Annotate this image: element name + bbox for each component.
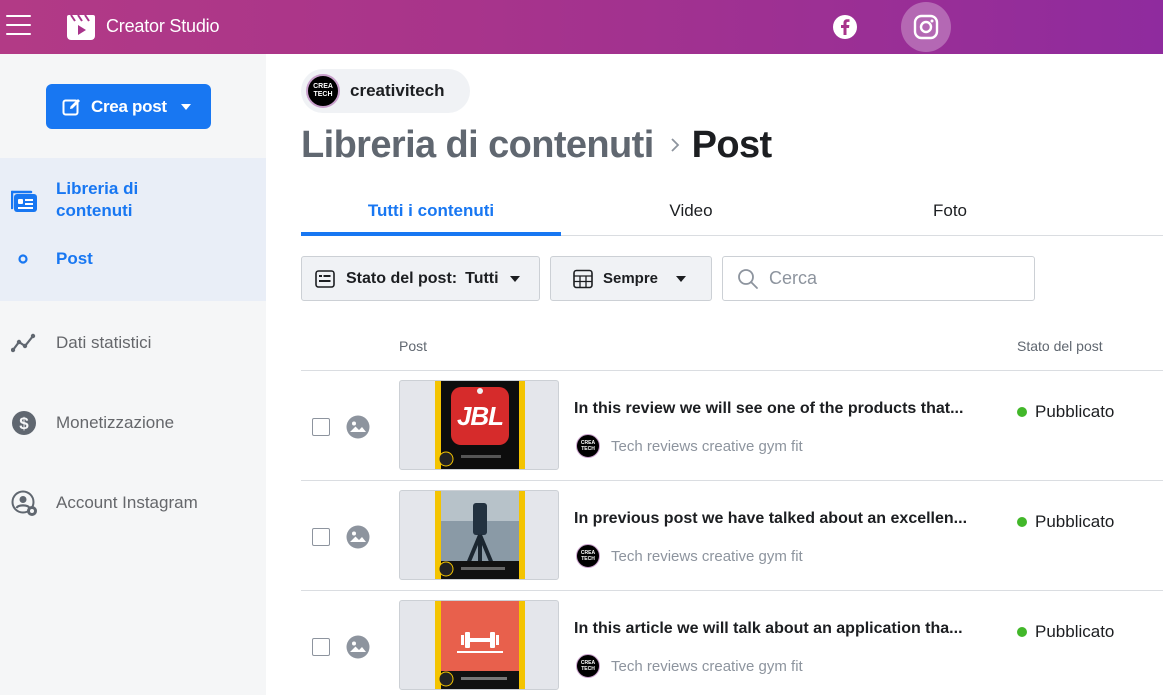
column-header-post: Post (399, 338, 428, 354)
creator-studio-logo-icon (67, 14, 95, 40)
date-range-filter[interactable]: Sempre (550, 256, 712, 301)
sidebar-item-monetization[interactable]: $ Monetizzazione (0, 410, 266, 436)
row-checkbox[interactable] (312, 418, 330, 436)
avatar: CREA TECH (576, 654, 600, 678)
avatar-text: CREA TECH (313, 83, 333, 98)
page-title: Post (691, 123, 773, 166)
facebook-platform-button[interactable] (825, 7, 865, 47)
photo-icon (346, 415, 370, 439)
sidebar-item-insights[interactable]: Dati statistici (0, 330, 266, 356)
app-title: Creator Studio (106, 16, 220, 36)
poster-text: JBL (456, 401, 504, 431)
sidebar-item-content-library[interactable]: Libreria di contenuti (0, 178, 266, 224)
status-text: Pubblicato (1035, 622, 1115, 641)
breadcrumb-parent[interactable]: Libreria di contenuti (301, 124, 654, 167)
status-filter-label: Stato del post: (346, 269, 458, 287)
table-row: In previous post we have talked about an… (301, 480, 1163, 590)
dollar-icon: $ (12, 411, 36, 435)
avatar-text: CREA TECH (580, 550, 596, 562)
status-list-icon (315, 269, 335, 288)
post-preview-image (435, 601, 525, 689)
account-settings-icon (11, 490, 37, 516)
avatar-text: CREA TECH (580, 660, 596, 672)
hamburger-menu-icon[interactable] (6, 15, 31, 37)
post-title[interactable]: In previous post we have talked about an… (574, 510, 967, 528)
photo-icon (346, 525, 370, 549)
photo-icon (346, 635, 370, 659)
avatar-text: CREA TECH (580, 440, 596, 452)
author-name: Tech reviews creative gym fit (611, 547, 803, 565)
sidebar-item-label: Account Instagram (56, 493, 198, 512)
search-box (722, 256, 1035, 301)
search-icon (738, 268, 758, 289)
top-bar: Creator Studio (0, 0, 1163, 54)
author-name: Tech reviews creative gym fit (611, 657, 803, 675)
avatar: CREA TECH (576, 544, 600, 568)
page-name: creativitech (350, 81, 445, 100)
chevron-right-icon (671, 138, 679, 152)
sidebar-item-label: Post (56, 249, 93, 268)
published-dot-icon (1017, 407, 1027, 417)
edit-icon (62, 98, 80, 115)
sidebar-item-label: Monetizzazione (56, 413, 175, 432)
svg-text:$: $ (19, 414, 29, 433)
tab-video[interactable]: Video (561, 187, 821, 235)
post-thumbnail[interactable] (399, 490, 559, 580)
date-filter-value: Sempre (603, 270, 659, 287)
sidebar-item-label: Dati statistici (56, 333, 152, 352)
dot-icon (18, 254, 28, 264)
create-post-label: Crea post (91, 96, 167, 116)
post-title[interactable]: In this review we will see one of the pr… (574, 400, 963, 418)
tab-all-content[interactable]: Tutti i contenuti (301, 187, 561, 236)
post-thumbnail[interactable]: JBL (399, 380, 559, 470)
status-badge: Pubblicato (1017, 402, 1114, 422)
tab-photo[interactable]: Foto (821, 187, 1079, 235)
post-status-filter[interactable]: Stato del post: Tutti (301, 256, 540, 301)
avatar: CREA TECH (306, 74, 340, 108)
search-input[interactable] (769, 268, 1009, 289)
page-selector[interactable]: CREA TECH creativitech (301, 69, 470, 113)
chevron-down-icon (509, 275, 520, 282)
sidebar-item-instagram-account[interactable]: Account Instagram (0, 490, 266, 516)
facebook-icon (833, 15, 857, 39)
post-thumbnail[interactable] (399, 600, 559, 690)
sidebar-item-post[interactable]: Post (0, 246, 266, 272)
breadcrumb: Libreria di contenuti Post (301, 123, 772, 167)
post-preview-image (435, 491, 525, 579)
row-checkbox[interactable] (312, 528, 330, 546)
instagram-platform-button[interactable] (901, 2, 951, 52)
chevron-down-icon (180, 103, 191, 110)
sidebar: Crea post Libreria di contenuti Post Dat… (0, 54, 266, 695)
status-badge: Pubblicato (1017, 622, 1114, 642)
calendar-icon (573, 269, 593, 288)
row-checkbox[interactable] (312, 638, 330, 656)
status-text: Pubblicato (1035, 512, 1115, 531)
sidebar-item-label: Libreria di contenuti (56, 179, 139, 220)
status-text: Pubblicato (1035, 402, 1115, 421)
post-title[interactable]: In this article we will talk about an ap… (574, 620, 963, 638)
post-author: CREA TECH Tech reviews creative gym fit (576, 544, 803, 568)
library-icon (11, 190, 37, 212)
chevron-down-icon (676, 275, 687, 282)
table-row: In this article we will talk about an ap… (301, 590, 1163, 695)
table-row: JBL In this review we will see one of th… (301, 370, 1163, 480)
published-dot-icon (1017, 627, 1027, 637)
author-name: Tech reviews creative gym fit (611, 437, 803, 455)
avatar: CREA TECH (576, 434, 600, 458)
instagram-icon (913, 14, 939, 40)
content-tabs: Tutti i contenuti Video Foto (301, 187, 1163, 236)
status-badge: Pubblicato (1017, 512, 1114, 532)
create-post-button[interactable]: Crea post (46, 84, 211, 129)
status-filter-value: Tutti (465, 269, 499, 287)
column-header-status: Stato del post (1017, 338, 1103, 354)
post-author: CREA TECH Tech reviews creative gym fit (576, 434, 803, 458)
published-dot-icon (1017, 517, 1027, 527)
insights-icon (11, 333, 36, 353)
post-author: CREA TECH Tech reviews creative gym fit (576, 654, 803, 678)
